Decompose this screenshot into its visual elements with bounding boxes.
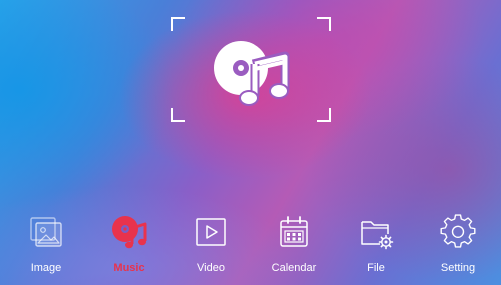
app-dock: Image Music Video Calendar File Setting [0, 208, 501, 285]
music-icon[interactable] [213, 38, 291, 110]
dock-item-label: Image [30, 262, 62, 274]
image-icon [30, 217, 62, 247]
focus-frame-corner-bottom-left [171, 108, 185, 122]
dock-item-label: Video [197, 262, 225, 274]
calendar-icon [280, 216, 308, 247]
video-icon [196, 218, 226, 246]
dock-item-label: Setting [440, 262, 476, 274]
dock-item-calendar[interactable]: Calendar [259, 208, 329, 285]
dock-item-label: File [367, 262, 385, 274]
focus-frame-corner-top-right [317, 17, 331, 31]
dock-item-image[interactable]: Image [11, 208, 81, 285]
focus-frame-corner-bottom-right [317, 108, 331, 122]
dock-item-label: Music [113, 262, 145, 274]
dock-item-file[interactable]: File [341, 208, 411, 285]
file-icon [361, 221, 394, 250]
dock-item-video[interactable]: Video [176, 208, 246, 285]
home-screen: Image Music Video Calendar File Setting [0, 0, 501, 285]
focus-frame-corner-top-left [171, 17, 185, 31]
setting-icon [440, 214, 476, 248]
dock-item-label: Calendar [271, 262, 317, 274]
dock-item-setting[interactable]: Setting [423, 208, 493, 285]
dock-item-music[interactable]: Music [94, 208, 164, 285]
music-icon [112, 216, 147, 249]
